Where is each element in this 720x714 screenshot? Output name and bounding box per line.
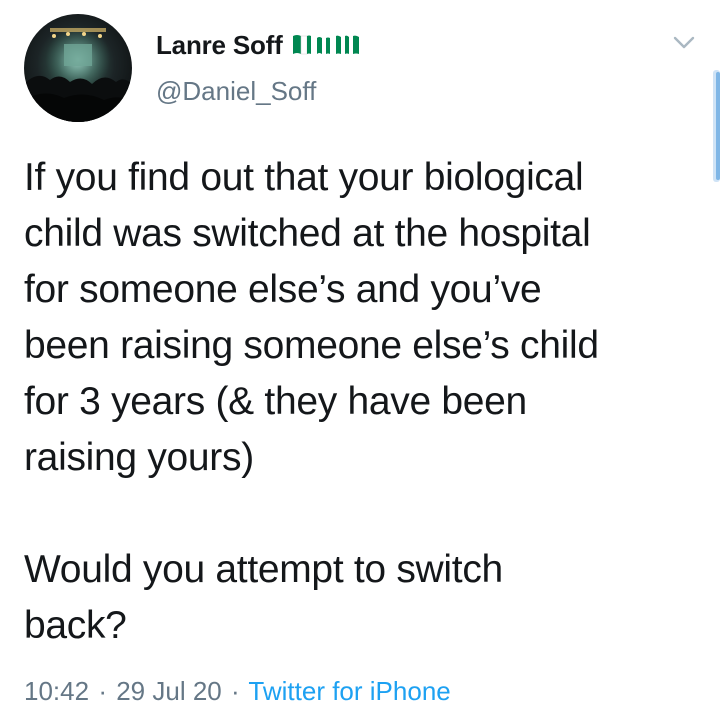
tweet-source-link[interactable]: Twitter for iPhone: [248, 676, 450, 706]
chevron-down-icon[interactable]: [673, 36, 695, 50]
tweet-author: Lanre Soff @Daniel_Soff: [156, 28, 361, 107]
tweet-card: Lanre Soff @Daniel_Soff If you find out …: [0, 0, 720, 714]
display-name-row: Lanre Soff: [156, 28, 361, 62]
tweet-text: If you find out that your biological chi…: [24, 156, 599, 647]
separator-dot: ·: [98, 676, 107, 706]
avatar[interactable]: [24, 14, 132, 122]
tweet-date[interactable]: 29 Jul 20: [116, 676, 222, 706]
tweet-time[interactable]: 10:42: [24, 676, 89, 706]
display-name[interactable]: Lanre Soff: [156, 30, 283, 61]
tweet-metadata: 10:42 · 29 Jul 20 · Twitter for iPhone: [24, 676, 451, 707]
user-handle[interactable]: @Daniel_Soff: [156, 76, 361, 107]
separator-dot: ·: [230, 676, 240, 706]
nigeria-flag-icon: [291, 32, 361, 58]
scrollbar-thumb[interactable]: [716, 72, 720, 180]
